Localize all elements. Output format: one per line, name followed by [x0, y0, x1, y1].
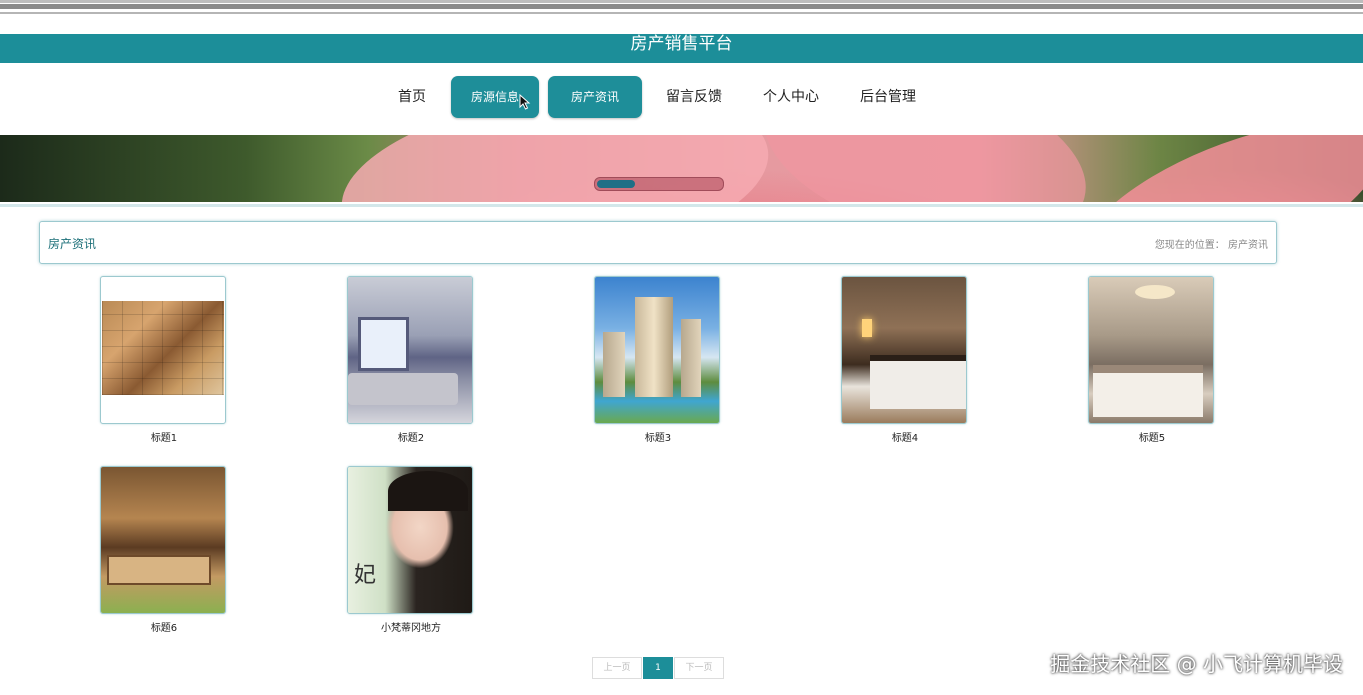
- news-thumbnail[interactable]: [100, 466, 226, 614]
- news-title[interactable]: 小梵蒂冈地方: [347, 619, 475, 634]
- nav-profile[interactable]: 个人中心: [757, 76, 825, 118]
- news-card[interactable]: 标题6: [100, 466, 228, 634]
- news-card[interactable]: 标题2: [347, 276, 475, 444]
- news-title[interactable]: 标题5: [1088, 429, 1216, 444]
- next-page-button[interactable]: 下一页: [674, 657, 724, 679]
- news-card[interactable]: 妃 小梵蒂冈地方: [347, 466, 475, 634]
- news-title[interactable]: 标题1: [100, 429, 228, 444]
- main-nav: 首页 房源信息 房产资讯 留言反馈 个人中心 后台管理: [0, 76, 1363, 122]
- browser-top-bars: [0, 0, 1363, 16]
- hero-banner: [0, 135, 1363, 202]
- news-title[interactable]: 标题2: [347, 429, 475, 444]
- news-thumbnail[interactable]: [841, 276, 967, 424]
- mouse-cursor-icon: [519, 94, 531, 110]
- news-thumbnail[interactable]: [100, 276, 226, 424]
- news-thumbnail[interactable]: [594, 276, 720, 424]
- site-title: 房产销售平台: [630, 34, 733, 54]
- banner-slider-indicator[interactable]: [594, 177, 724, 191]
- news-title[interactable]: 标题3: [594, 429, 722, 444]
- news-title[interactable]: 标题4: [841, 429, 969, 444]
- slider-active-segment: [597, 180, 635, 188]
- nav-home[interactable]: 首页: [390, 76, 434, 118]
- news-card[interactable]: 标题4: [841, 276, 969, 444]
- page-1-button[interactable]: 1: [643, 657, 673, 679]
- nav-news[interactable]: 房产资讯: [548, 76, 642, 118]
- nav-feedback[interactable]: 留言反馈: [660, 76, 728, 118]
- news-card[interactable]: 标题5: [1088, 276, 1216, 444]
- watermark: 掘金技术社区 @ 小飞计算机毕设: [1050, 652, 1343, 676]
- nav-admin[interactable]: 后台管理: [854, 76, 922, 118]
- news-title[interactable]: 标题6: [100, 619, 228, 634]
- news-card[interactable]: 标题1: [100, 276, 228, 444]
- news-card[interactable]: 标题3: [594, 276, 722, 444]
- news-thumbnail[interactable]: [347, 276, 473, 424]
- news-thumbnail[interactable]: [1088, 276, 1214, 424]
- site-header: 房产销售平台: [0, 34, 1363, 63]
- current-location: 您现在的位置： 房产资讯: [1154, 240, 1268, 251]
- news-thumbnail[interactable]: 妃: [347, 466, 473, 614]
- section-title: 房产资讯: [48, 237, 97, 251]
- divider: [0, 204, 1363, 207]
- prev-page-button[interactable]: 上一页: [592, 657, 642, 679]
- breadcrumb: 房产资讯 您现在的位置： 房产资讯: [39, 221, 1277, 264]
